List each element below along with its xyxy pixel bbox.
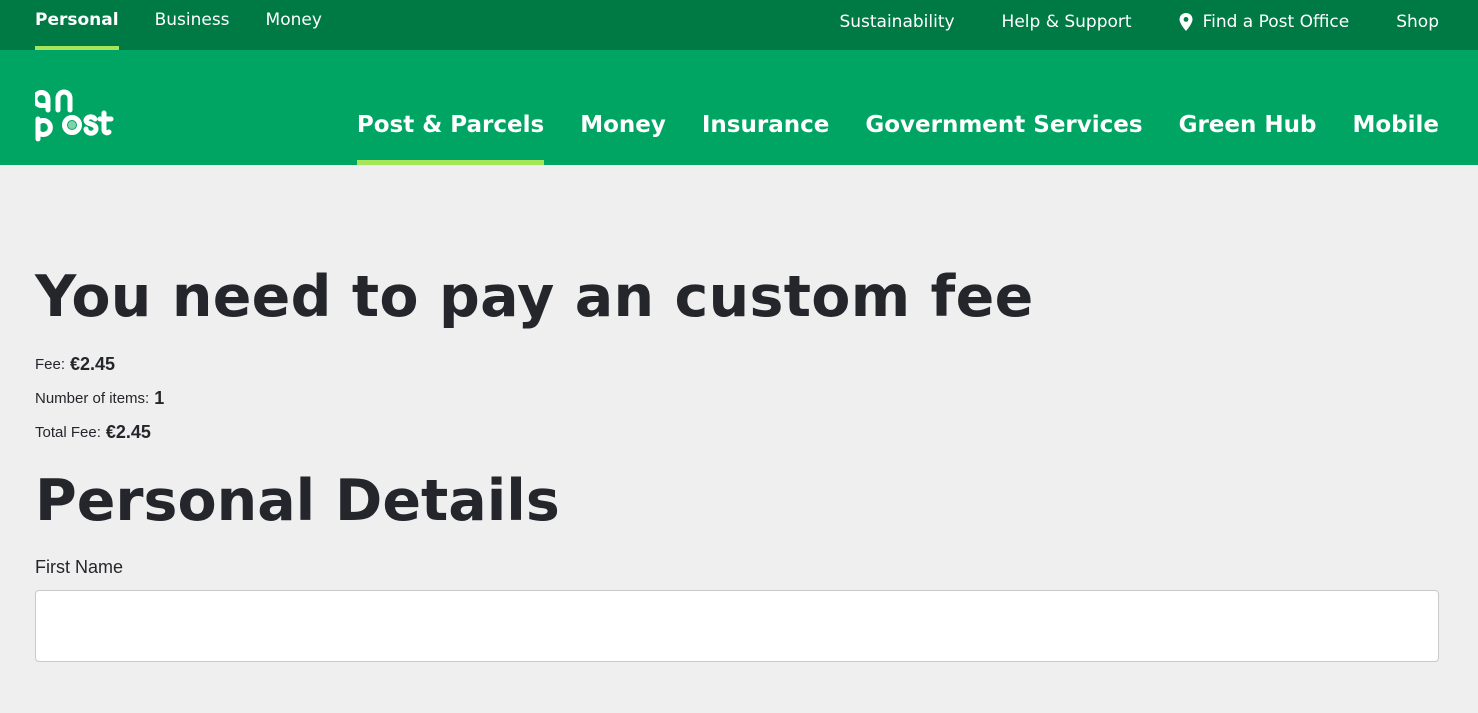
nav-mobile[interactable]: Mobile — [1352, 50, 1439, 165]
an-post-logo-mark — [32, 89, 114, 142]
fee-value: €2.45 — [70, 353, 116, 374]
nav-money[interactable]: Money — [580, 50, 666, 165]
tab-money[interactable]: Money — [266, 0, 322, 50]
items-row: Number of items: 1 — [35, 381, 1439, 415]
nav-green-hub[interactable]: Green Hub — [1179, 50, 1317, 165]
total-fee-row: Total Fee: €2.45 — [35, 415, 1439, 449]
find-post-office-label: Find a Post Office — [1202, 12, 1350, 32]
tab-personal[interactable]: Personal — [35, 0, 119, 50]
nav-insurance[interactable]: Insurance — [702, 50, 829, 165]
nav-post-parcels[interactable]: Post & Parcels — [356, 50, 545, 165]
total-fee-label: Total Fee: — [35, 423, 101, 441]
primary-nav: Post & Parcels Money Insurance Governmen… — [321, 50, 1439, 165]
utility-bar: Personal Business Money Sustainability H… — [0, 0, 1478, 50]
first-name-label: First Name — [35, 557, 124, 577]
total-fee-value: €2.45 — [105, 421, 151, 442]
first-name-input[interactable] — [35, 590, 1439, 662]
utility-links: Sustainability Help & Support Find a Pos… — [792, 0, 1439, 50]
nav-government-services[interactable]: Government Services — [865, 50, 1142, 165]
find-post-office-link[interactable]: Find a Post Office — [1179, 0, 1350, 50]
items-value: 1 — [154, 387, 165, 408]
fee-label: Fee: — [35, 355, 66, 373]
fee-row: Fee: €2.45 — [35, 347, 1439, 381]
map-pin-icon — [1179, 13, 1193, 31]
page-title: You need to pay an custom fee — [35, 264, 1034, 330]
audience-tabs: Personal Business Money — [35, 0, 358, 50]
an-post-logo[interactable] — [32, 50, 119, 165]
main-content: You need to pay an custom fee Fee: €2.45… — [0, 265, 1478, 662]
help-support-link[interactable]: Help & Support — [1002, 0, 1132, 50]
main-navigation-bar: Post & Parcels Money Insurance Governmen… — [0, 50, 1478, 165]
site-header: Personal Business Money Sustainability H… — [0, 0, 1478, 165]
fee-summary: Fee: €2.45 Number of items: 1 Total Fee:… — [35, 347, 1439, 449]
personal-details-heading: Personal Details — [35, 468, 560, 534]
personal-details-form: First Name — [35, 557, 1439, 662]
shop-link[interactable]: Shop — [1396, 0, 1439, 50]
sustainability-link[interactable]: Sustainability — [839, 0, 954, 50]
tab-business[interactable]: Business — [155, 0, 230, 50]
items-label: Number of items: — [35, 389, 150, 407]
